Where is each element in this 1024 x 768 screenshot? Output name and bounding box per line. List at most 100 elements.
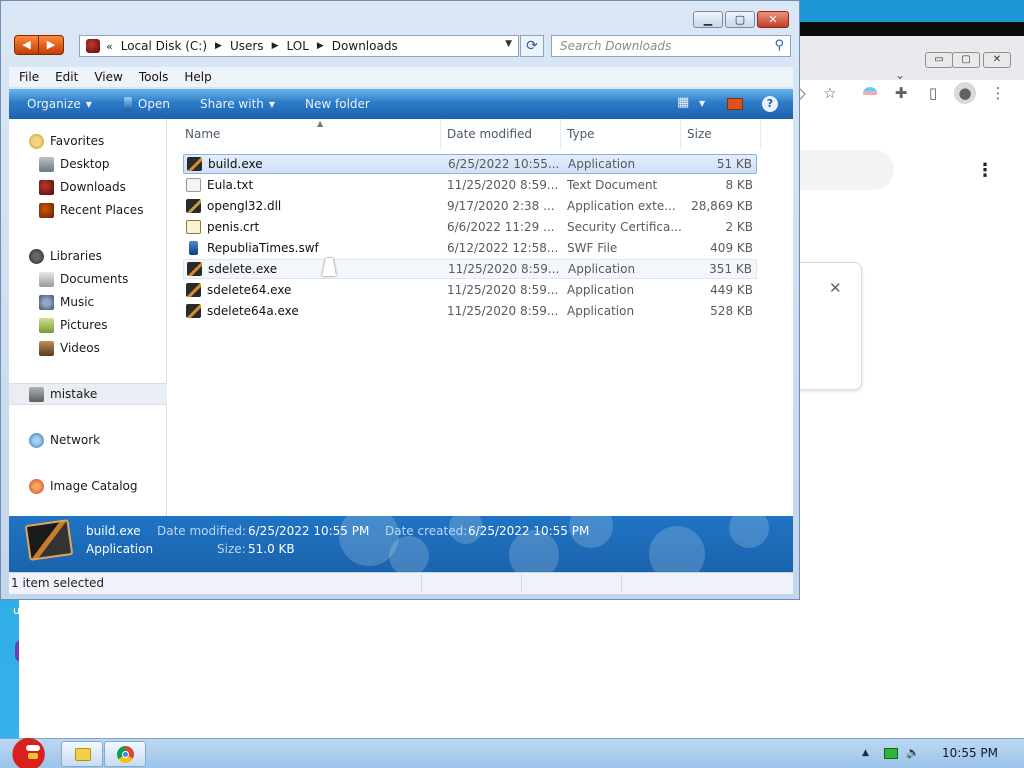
file-row[interactable]: RepubliaTimes.swf 6/12/2022 12:58... SWF… <box>183 238 757 258</box>
file-row[interactable]: Eula.txt 11/25/2020 8:59... Text Documen… <box>183 175 757 195</box>
breadcrumb-separator-icon[interactable]: ▶ <box>272 41 279 51</box>
file-row[interactable]: sdelete64.exe 11/25/2020 8:59... Applica… <box>183 280 757 300</box>
taskbar-chrome-button[interactable] <box>104 741 146 767</box>
clock[interactable]: 10:55 PM <box>942 746 998 760</box>
back-button[interactable]: ◀ <box>14 35 39 55</box>
application-thumbnail-icon <box>24 519 74 561</box>
file-row[interactable]: opengl32.dll 9/17/2020 2:38 ... Applicat… <box>183 196 757 216</box>
volume-icon[interactable]: 🔈 <box>906 746 920 759</box>
side-panel-icon[interactable]: ▯ <box>922 82 944 104</box>
minimize-button[interactable]: ▁ <box>693 11 723 28</box>
bird-eye <box>26 745 40 751</box>
column-header-type[interactable]: Type <box>561 119 681 149</box>
breadcrumb-lol[interactable]: LOL <box>286 39 308 53</box>
nav-recent-places[interactable]: Recent Places <box>9 199 167 221</box>
chrome-icon <box>117 746 134 763</box>
address-bar[interactable]: « Local Disk (C:) ▶ Users ▶ LOL ▶ Downlo… <box>79 35 519 57</box>
page-kebab-icon[interactable]: ⋮ <box>976 160 994 181</box>
nav-desktop[interactable]: Desktop <box>9 153 167 175</box>
show-hidden-icons-icon[interactable]: ▲ <box>862 748 869 758</box>
address-dropdown-icon[interactable]: ▼ <box>505 39 512 49</box>
file-row[interactable]: sdelete.exe 11/25/2020 8:59... Applicati… <box>183 259 757 279</box>
menu-edit[interactable]: Edit <box>55 70 78 84</box>
navigation-pane: Favorites Desktop Downloads Recent Place… <box>9 119 167 516</box>
file-row[interactable]: penis.crt 6/6/2022 11:29 ... Security Ce… <box>183 217 757 237</box>
nav-user-mistake[interactable]: mistake <box>9 383 167 405</box>
close-button[interactable]: ✕ <box>757 11 789 28</box>
details-size-value: 51.0 KB <box>248 542 295 556</box>
menu-bar: File Edit View Tools Help <box>9 67 793 87</box>
user-folder-icon <box>29 386 44 402</box>
star-icon <box>29 133 44 149</box>
forward-button[interactable]: ▶ <box>39 35 64 55</box>
browser-menu-icon[interactable]: ⋮ <box>987 82 1009 104</box>
file-size: 449 KB <box>710 283 753 297</box>
nav-label: Network <box>50 433 101 447</box>
star-icon[interactable]: ☆ <box>819 82 841 104</box>
caret-down-icon: ▼ <box>85 99 92 109</box>
start-button-angry-bird-icon[interactable] <box>0 729 52 768</box>
file-row[interactable]: build.exe 6/25/2022 10:55... Application… <box>183 154 757 174</box>
refresh-button[interactable]: ⟳ <box>520 35 544 57</box>
taskbar-explorer-button[interactable] <box>61 741 103 767</box>
application-icon <box>186 283 201 297</box>
bokeh-decoration <box>649 526 705 572</box>
file-date: 11/25/2020 8:59... <box>447 304 559 318</box>
file-name: Eula.txt <box>207 178 254 192</box>
breadcrumb-local-disk[interactable]: Local Disk (C:) <box>121 39 207 53</box>
browser-close-button[interactable]: ✕ <box>983 52 1011 68</box>
menu-help[interactable]: Help <box>184 70 211 84</box>
search-icon[interactable]: ⚲ <box>774 38 784 53</box>
breadcrumb-downloads[interactable]: Downloads <box>332 39 398 53</box>
organize-button[interactable]: Organize ▼ <box>27 97 92 111</box>
profile-avatar-icon[interactable]: ● <box>954 82 976 104</box>
nav-videos[interactable]: Videos <box>9 337 167 359</box>
nav-libraries[interactable]: Libraries <box>9 245 167 267</box>
breadcrumb-separator-icon[interactable]: ▶ <box>215 41 222 51</box>
nav-documents[interactable]: Documents <box>9 268 167 290</box>
certificate-icon <box>186 220 201 234</box>
nav-pictures[interactable]: Pictures <box>9 314 167 336</box>
nav-image-catalog[interactable]: Image Catalog <box>9 475 167 497</box>
breadcrumb-users[interactable]: Users <box>230 39 264 53</box>
application-icon <box>187 262 202 276</box>
column-header-size[interactable]: Size <box>681 119 761 149</box>
column-header-date[interactable]: Date modified <box>441 119 561 149</box>
change-view-icon[interactable]: ▦ <box>677 95 689 110</box>
view-caret-icon[interactable]: ▼ <box>699 99 705 108</box>
documents-icon <box>39 271 54 287</box>
new-folder-button[interactable]: New folder <box>305 97 370 111</box>
search-pill[interactable] <box>789 150 894 190</box>
network-tray-icon[interactable] <box>884 748 898 759</box>
nav-favorites[interactable]: Favorites <box>9 130 167 152</box>
close-icon[interactable]: ✕ <box>829 279 842 297</box>
status-divider <box>521 574 522 592</box>
nav-music[interactable]: Music <box>9 291 167 313</box>
file-row[interactable]: sdelete64a.exe 11/25/2020 8:59... Applic… <box>183 301 757 321</box>
hidden-crumbs-chevron[interactable]: « <box>106 40 113 53</box>
browser-minimize-button[interactable]: ▭ <box>925 52 953 68</box>
details-filetype: Application <box>86 542 154 556</box>
column-header-name[interactable]: Name ▲ <box>179 119 441 149</box>
breadcrumb-separator-icon[interactable]: ▶ <box>317 41 324 51</box>
nav-downloads[interactable]: Downloads <box>9 176 167 198</box>
search-input[interactable] <box>552 36 762 56</box>
nav-label: Pictures <box>60 318 108 332</box>
open-button[interactable]: Open <box>123 97 170 111</box>
menu-tools[interactable]: Tools <box>139 70 169 84</box>
file-list: Name ▲ Date modified Type Size build.exe… <box>167 119 793 516</box>
pride-flag-extension-icon[interactable] <box>859 82 881 104</box>
file-type: Application <box>568 157 636 171</box>
menu-file[interactable]: File <box>19 70 39 84</box>
extensions-puzzle-icon[interactable]: ✚ <box>890 82 912 104</box>
file-size: 528 KB <box>710 304 753 318</box>
nav-network[interactable]: Network <box>9 429 167 451</box>
desktop-icon <box>39 156 54 172</box>
preview-pane-icon[interactable] <box>727 98 743 110</box>
file-type: Application <box>567 283 635 297</box>
maximize-button[interactable]: ▢ <box>725 11 755 28</box>
menu-view[interactable]: View <box>94 70 122 84</box>
browser-maximize-button[interactable]: ▢ <box>952 52 980 68</box>
share-with-button[interactable]: Share with ▼ <box>200 97 275 111</box>
help-icon[interactable]: ? <box>762 96 778 112</box>
